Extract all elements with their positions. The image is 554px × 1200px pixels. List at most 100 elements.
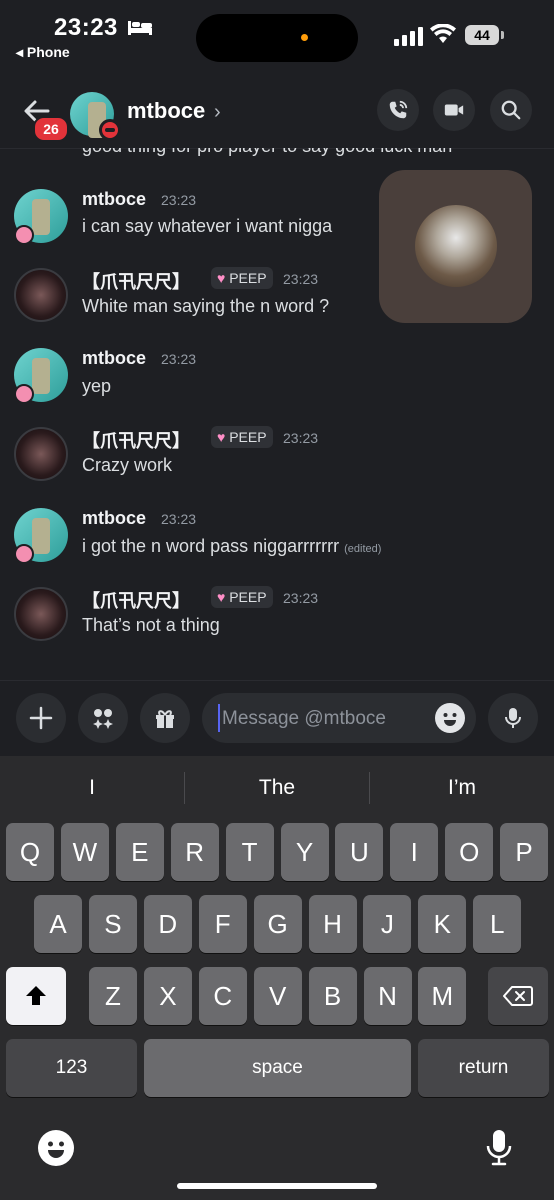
message-timestamp: 23:23 — [283, 590, 319, 606]
key-t[interactable]: T — [225, 823, 274, 881]
video-camera-icon — [444, 104, 464, 116]
message-author[interactable]: mtboce — [82, 508, 146, 529]
plus-icon — [29, 706, 53, 730]
message-timestamp: 23:23 — [161, 511, 197, 527]
dnd-status-icon — [99, 119, 121, 141]
numbers-key[interactable]: 123 — [6, 1039, 137, 1097]
voice-message-button[interactable] — [488, 693, 538, 743]
remote-user-avatar — [415, 205, 497, 287]
heart-icon: ♥ — [217, 589, 226, 605]
key-b[interactable]: B — [308, 967, 357, 1025]
channel-name[interactable]: mtboce — [127, 98, 205, 124]
key-g[interactable]: G — [253, 895, 302, 953]
key-y[interactable]: Y — [280, 823, 329, 881]
suggestion-2[interactable]: The — [185, 770, 369, 806]
unread-badge: 26 — [33, 116, 69, 142]
author-avatar[interactable] — [14, 427, 68, 481]
key-p[interactable]: P — [500, 823, 549, 881]
microphone-icon — [505, 708, 521, 728]
message-author[interactable]: mtboce — [82, 189, 146, 210]
attach-button[interactable] — [16, 693, 66, 743]
author-avatar[interactable] — [14, 587, 68, 641]
suggestion-3[interactable]: I’m — [370, 770, 554, 806]
suggestion-1[interactable]: I — [0, 770, 184, 806]
key-a[interactable]: A — [34, 895, 82, 953]
message-timestamp: 23:23 — [283, 430, 319, 446]
key-e[interactable]: E — [115, 823, 164, 881]
space-key[interactable]: space — [144, 1039, 411, 1097]
wifi-icon — [430, 24, 456, 43]
key-k[interactable]: K — [418, 895, 467, 953]
key-x[interactable]: X — [143, 967, 192, 1025]
edited-label: (edited) — [344, 543, 382, 555]
chevron-right-icon[interactable]: › — [214, 101, 221, 124]
smiley-icon — [48, 1141, 64, 1158]
back-to-app-link[interactable]: ◂ Phone — [16, 44, 70, 61]
message-text: That’s not a thing — [82, 615, 220, 635]
key-j[interactable]: J — [363, 895, 412, 953]
return-key[interactable]: return — [418, 1039, 549, 1097]
apps-button[interactable] — [78, 693, 128, 743]
key-m[interactable]: M — [418, 967, 467, 1025]
message-timestamp: 23:23 — [161, 351, 197, 367]
dictation-microphone-icon[interactable] — [484, 1128, 514, 1168]
key-c[interactable]: C — [198, 967, 247, 1025]
emoji-keyboard-button[interactable] — [38, 1130, 74, 1166]
heart-icon: ♥ — [217, 270, 226, 286]
key-z[interactable]: Z — [89, 967, 137, 1025]
clan-tag[interactable]: ♥ PEEP — [211, 267, 273, 289]
key-h[interactable]: H — [308, 895, 357, 953]
text-caret — [218, 704, 220, 732]
key-n[interactable]: N — [363, 967, 412, 1025]
search-icon — [501, 100, 521, 120]
key-o[interactable]: O — [445, 823, 494, 881]
search-button[interactable] — [490, 89, 532, 131]
avatar-decoration-icon — [14, 544, 34, 564]
phone-call-icon — [389, 100, 408, 119]
battery-level: 44 — [465, 25, 499, 45]
smiley-icon — [443, 713, 457, 726]
clan-tag[interactable]: ♥ PEEP — [211, 426, 273, 448]
gift-button[interactable] — [140, 693, 190, 743]
message-text: White man saying the n word ? — [82, 296, 330, 316]
message-author[interactable]: 【爪卂尺尺】 — [82, 268, 190, 294]
home-indicator[interactable] — [177, 1183, 377, 1189]
message-timestamp: 23:23 — [161, 192, 197, 208]
key-l[interactable]: L — [473, 895, 522, 953]
author-avatar[interactable] — [14, 268, 68, 322]
status-time: 23:23 — [54, 14, 118, 41]
key-r[interactable]: R — [170, 823, 219, 881]
key-i[interactable]: I — [390, 823, 439, 881]
sleep-focus-icon — [128, 21, 152, 35]
emoji-picker-button[interactable] — [435, 703, 465, 733]
apps-sparkle-icon — [93, 709, 113, 729]
message-input[interactable] — [220, 705, 424, 733]
video-call-button[interactable] — [433, 89, 475, 131]
message-author[interactable]: mtboce — [82, 348, 146, 369]
key-q[interactable]: Q — [6, 823, 54, 881]
avatar-decoration-icon — [14, 225, 34, 245]
key-d[interactable]: D — [143, 895, 192, 953]
message-text: Crazy work — [82, 455, 173, 475]
cellular-signal-icon — [394, 27, 423, 46]
backspace-icon — [503, 986, 533, 1006]
dynamic-island — [196, 14, 358, 62]
delete-key[interactable] — [488, 967, 548, 1025]
voice-call-button[interactable] — [377, 89, 419, 131]
battery-indicator: 44 — [465, 25, 505, 47]
key-f[interactable]: F — [198, 895, 247, 953]
key-s[interactable]: S — [88, 895, 137, 953]
shift-key[interactable] — [6, 967, 66, 1025]
key-w[interactable]: W — [60, 823, 109, 881]
message-text: yep — [82, 376, 112, 396]
heart-icon: ♥ — [217, 429, 226, 445]
avatar-decoration-icon — [14, 384, 34, 404]
message-text: i got the n word pass niggarrrrrrr (edit… — [82, 536, 382, 556]
privacy-indicator — [301, 34, 308, 41]
key-v[interactable]: V — [253, 967, 302, 1025]
key-u[interactable]: U — [335, 823, 384, 881]
message-author[interactable]: 【爪卂尺尺】 — [82, 427, 190, 453]
message-author[interactable]: 【爪卂尺尺】 — [82, 587, 190, 613]
gift-icon — [156, 710, 174, 728]
clan-tag[interactable]: ♥ PEEP — [211, 586, 273, 608]
